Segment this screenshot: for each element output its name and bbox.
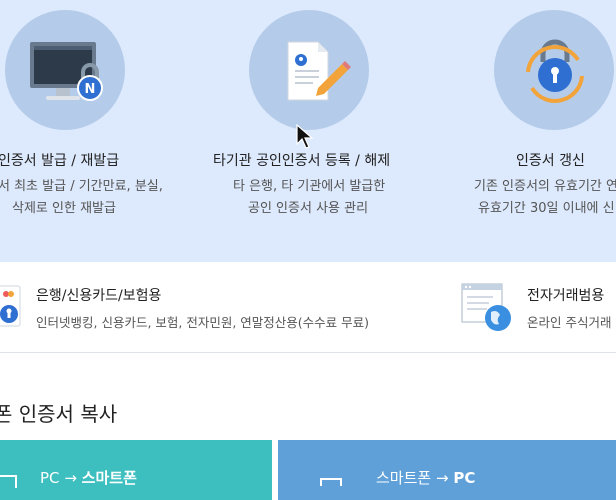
- copy-phone-to-pc-button[interactable]: 스마트폰 → PC: [278, 440, 616, 500]
- phone-icon: [320, 478, 342, 486]
- copy-label: PC → 스마트폰: [40, 469, 137, 487]
- card-desc-line1: 타 은행, 타 기관에서 발급한: [233, 179, 386, 194]
- card-title: 인증서 발급 / 재발급: [0, 153, 120, 169]
- certificate-type-row: 은행/신용카드/보험용 인터넷뱅킹, 신용카드, 보험, 전자민원, 연말정산용…: [0, 262, 616, 353]
- card-title: 인증서 갱신: [516, 153, 585, 169]
- mouse-cursor-icon: [296, 124, 314, 149]
- card-desc-line1: 기존 인증서의 유효기간 연: [474, 179, 616, 194]
- new-badge: N: [85, 82, 96, 97]
- type-desc: 온라인 주식거래: [527, 315, 612, 330]
- pc-icon: [0, 475, 17, 488]
- globe-window-icon: [461, 283, 511, 331]
- section-title: 폰 인증서 복사: [0, 402, 118, 426]
- type-title: 전자거래범용: [527, 288, 605, 304]
- card-title: 타기관 공인인증서 등록 / 해제: [213, 153, 391, 169]
- monitor-lock-icon: N: [30, 42, 103, 101]
- lock-renew-icon: [526, 39, 584, 103]
- card-desc-line2: 공인 인증서 사용 관리: [248, 201, 369, 216]
- type-desc: 인터넷뱅킹, 신용카드, 보험, 전자민원, 연말정산용(수수료 무료): [36, 315, 370, 330]
- document-pen-icon: [287, 41, 351, 101]
- copy-pc-to-phone-button[interactable]: PC → 스마트폰: [0, 440, 272, 500]
- card-desc-line1: 서 최초 발급 / 기간만료, 분실,: [0, 179, 163, 194]
- bank-cert-icon: [0, 285, 21, 327]
- type-title: 은행/신용카드/보험용: [36, 288, 162, 304]
- copy-label: 스마트폰 → PC: [376, 469, 476, 487]
- card-desc-line2: 삭제로 인한 재발급: [12, 201, 116, 216]
- card-desc-line2: 유효기간 30일 이내에 신: [478, 201, 615, 216]
